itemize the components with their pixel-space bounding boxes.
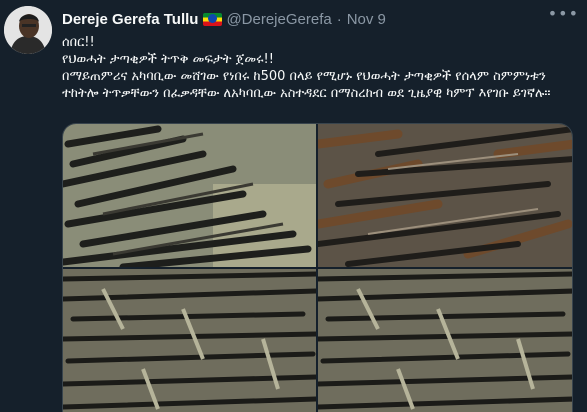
tweet-date[interactable]: Nov 9 [347,11,386,28]
tweet-line: ተከትሎ ትጥቃቸውን በፈቃዳቸው ለአካባቢው አስተዳደር በማስረከብ … [62,86,551,101]
weapons-photo-4[interactable] [318,269,572,412]
weapons-photo-2[interactable] [318,124,572,267]
tweet-header: Dereje Gerefa Tullu @DerejeGerefa · Nov … [62,8,582,30]
more-icon[interactable]: ••• [548,4,579,23]
ethiopia-flag-icon [203,12,223,26]
tweet-line: በማይጠምሪና አካባቢው መሸገው የነበሩ ከ500 በላይ የሚሆኑ የህ… [62,69,546,84]
weapons-photo-1[interactable] [63,124,316,267]
author-name[interactable]: Dereje Gerefa Tullu [62,11,198,28]
separator-dot: · [336,10,342,28]
avatar[interactable] [4,6,52,54]
tweet-line: ሰበር!! [62,35,95,50]
media-grid [62,123,573,412]
author-handle[interactable]: @DerejeGerefa [226,11,331,28]
tweet-text: ሰበር!! የህወሓት ታጣቂዎች ትጥቅ መፍታት ጀመሩ!! በማይጠምሪና… [62,34,577,102]
tweet[interactable]: Dereje Gerefa Tullu @DerejeGerefa · Nov … [0,0,587,412]
weapons-photo-3[interactable] [63,269,316,412]
tweet-line: የህወሓት ታጣቂዎች ትጥቅ መፍታት ጀመሩ!! [62,52,274,67]
